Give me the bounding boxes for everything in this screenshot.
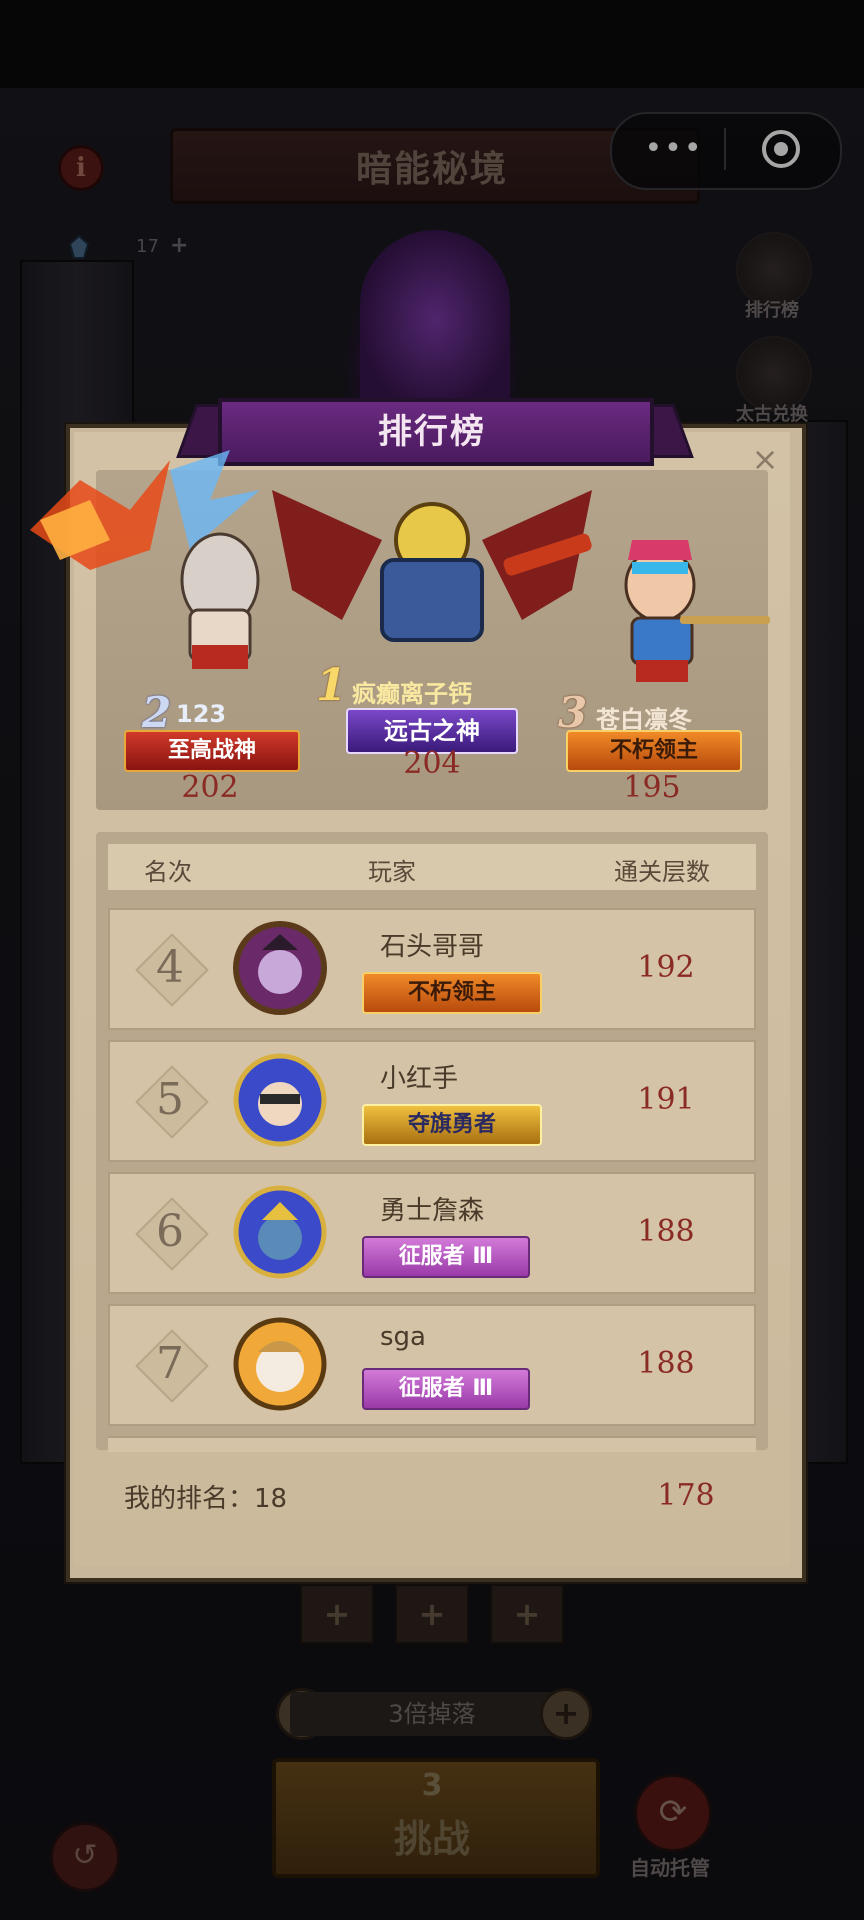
player-avatar bbox=[233, 1185, 327, 1279]
player-avatar bbox=[233, 921, 327, 1015]
status-bar bbox=[0, 0, 864, 88]
my-rank: 我的排名：18 bbox=[124, 1484, 288, 1514]
player-avatar bbox=[233, 1053, 327, 1147]
table-row-partial bbox=[108, 1436, 756, 1452]
player-name: 勇士詹森 bbox=[380, 1196, 485, 1226]
hero-rank-1-portrait bbox=[272, 490, 592, 642]
leaderboard-title: 排行榜 bbox=[378, 412, 486, 452]
podium-rank-2-badge: 至高战神 bbox=[124, 730, 300, 772]
player-title-badge: 不朽领主 bbox=[362, 972, 542, 1014]
hero-rank-3-portrait bbox=[624, 540, 770, 682]
row-rank: 4 bbox=[156, 942, 184, 993]
podium-rank-1-name: 疯癫离子钙 bbox=[352, 680, 472, 708]
player-score: 188 bbox=[637, 1346, 695, 1381]
podium-rank-2-name: 123 bbox=[176, 700, 227, 728]
header-floors: 通关层数 bbox=[614, 858, 710, 886]
player-name: sga bbox=[380, 1322, 426, 1352]
player-name: 石头哥哥 bbox=[380, 932, 485, 962]
podium-rank-3-score: 195 bbox=[623, 770, 681, 805]
header-rank: 名次 bbox=[144, 858, 192, 886]
player-name: 小红手 bbox=[380, 1064, 459, 1094]
my-score: 178 bbox=[657, 1478, 715, 1513]
podium-rank-2-score: 202 bbox=[181, 770, 239, 805]
podium-rank-1-score: 204 bbox=[403, 746, 461, 781]
podium-rank-3-badge: 不朽领主 bbox=[566, 730, 742, 772]
player-title-badge: 夺旗勇者 bbox=[362, 1104, 542, 1146]
row-rank: 7 bbox=[156, 1338, 184, 1389]
player-avatar bbox=[233, 1317, 327, 1411]
player-title-badge: 征服者 Ⅲ bbox=[362, 1368, 530, 1410]
header-player: 玩家 bbox=[368, 858, 416, 886]
row-rank: 6 bbox=[156, 1206, 184, 1257]
player-score: 191 bbox=[637, 1082, 695, 1117]
player-title-badge: 征服者 Ⅲ bbox=[362, 1236, 530, 1278]
podium-rank-1-number: 1 bbox=[316, 660, 347, 711]
row-rank: 5 bbox=[156, 1074, 184, 1125]
player-score: 188 bbox=[637, 1214, 695, 1249]
player-score: 192 bbox=[637, 950, 695, 985]
hero-rank-2-portrait bbox=[30, 450, 260, 669]
